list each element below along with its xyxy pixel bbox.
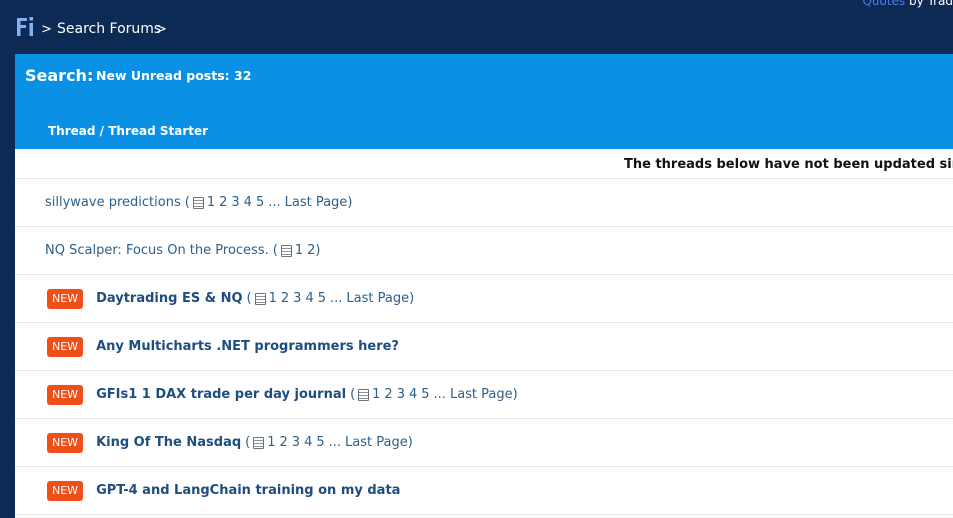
page-number-link[interactable]: 1: [267, 435, 275, 450]
quotes-provider-text: by Trad: [905, 0, 953, 8]
multi-page-icon: [280, 244, 292, 257]
new-badge: NEW: [47, 288, 84, 309]
thread-column-header[interactable]: Thread / Thread Starter: [48, 124, 208, 138]
page-list-close-paren: ): [409, 291, 415, 306]
page-list-open-paren: (: [350, 387, 356, 402]
thread-row: NEW Daytrading ES & NQ (1 2 3 4 5... Last Page…: [15, 275, 953, 323]
page-number-link[interactable]: 5: [318, 291, 326, 306]
page-list-close-paren: ): [347, 195, 353, 210]
thread-row-content: NEW King Of The Nasdaq (1 2 3 4 5... Last Page…: [45, 419, 413, 466]
thread-title-link[interactable]: GPT-4 and LangChain training on my data: [96, 483, 400, 498]
thread-row: NEW Any Multicharts .NET programmers here…: [15, 323, 953, 371]
multi-page-icon: [358, 388, 370, 401]
new-badge: NEW: [47, 432, 84, 453]
quotes-attribution: Quotes by Trad: [862, 0, 953, 8]
thread-row: NEW GFIs1 1 DAX trade per day journal (1 2…: [15, 371, 953, 419]
thread-title-link[interactable]: Any Multicharts .NET programmers here?: [96, 339, 399, 354]
thread-row: sillywave predictions (1 2 3 4 5... Last Page…: [15, 179, 953, 227]
page-number-link[interactable]: 1: [269, 291, 277, 306]
page-number-link[interactable]: 5: [316, 435, 324, 450]
search-title: Search:: [25, 66, 94, 85]
thread-row-content: NEW GPT-4 and LangChain training on my da…: [45, 467, 400, 514]
thread-title-link[interactable]: sillywave predictions: [45, 195, 181, 210]
thread-row: NEW GPT-4 and LangChain training on my da…: [15, 467, 953, 515]
page-list-open-paren: (: [245, 435, 251, 450]
page-number-link[interactable]: 4: [409, 387, 417, 402]
page-list-open-paren: (: [246, 291, 252, 306]
page-number-link[interactable]: 5: [421, 387, 429, 402]
page-number-link[interactable]: 2: [219, 195, 227, 210]
thread-title-link[interactable]: Daytrading ES & NQ: [96, 291, 242, 306]
page-number-link[interactable]: 3: [397, 387, 405, 402]
thread-row-content: NEW GFIs1 1 DAX trade per day journal (1 2…: [45, 371, 518, 418]
last-page-link[interactable]: Last Page: [345, 435, 408, 450]
page-number-link[interactable]: 1: [372, 387, 380, 402]
page-number-link[interactable]: 2: [384, 387, 392, 402]
multi-page-icon: [192, 196, 204, 209]
page-number-link[interactable]: 1: [295, 243, 303, 258]
new-badge: NEW: [47, 480, 84, 501]
page-ellipsis: ...: [330, 291, 343, 306]
thread-row: NEW King Of The Nasdaq (1 2 3 4 5... Last Page…: [15, 419, 953, 467]
multi-page-icon: [253, 436, 265, 449]
thread-row-content: NEW Any Multicharts .NET programmers here…: [45, 323, 399, 370]
thread-title-link[interactable]: NQ Scalper: Focus On the Process.: [45, 243, 269, 258]
thread-row-content: sillywave predictions (1 2 3 4 5... Last Page…: [45, 179, 352, 226]
last-page-link[interactable]: Last Page: [450, 387, 513, 402]
breadcrumb-separator: >: [156, 22, 167, 37]
page-number-link[interactable]: 3: [292, 435, 300, 450]
page-ellipsis: ...: [328, 435, 342, 450]
search-results-header: Search: New Unread posts: 32 Thread / Th…: [15, 54, 953, 149]
page-number-link[interactable]: 2: [307, 243, 315, 258]
page-number-link[interactable]: 4: [305, 291, 313, 306]
page-number-link[interactable]: 5: [256, 195, 264, 210]
thread-title-link[interactable]: GFIs1 1 DAX trade per day journal: [96, 387, 346, 402]
forum-logo-icon[interactable]: [16, 15, 36, 37]
page-list-open-paren: (: [184, 195, 190, 210]
new-badge: NEW: [47, 384, 84, 405]
page-list-close-paren: ): [512, 387, 518, 402]
breadcrumb-separator: >: [41, 22, 52, 37]
page-number-link[interactable]: 2: [281, 291, 289, 306]
thread-row-content: NEW Daytrading ES & NQ (1 2 3 4 5... Last Page…: [45, 275, 414, 322]
new-badge: NEW: [47, 336, 84, 357]
page-number-link[interactable]: 4: [304, 435, 312, 450]
breadcrumb-search-forums-link[interactable]: Search Forums: [57, 21, 161, 37]
page-list-close-paren: ): [407, 435, 413, 450]
thread-list: The threads below have not been updated …: [15, 149, 953, 518]
page-ellipsis: ...: [268, 195, 281, 210]
page-list-open-paren: (: [272, 243, 278, 258]
page-number-link[interactable]: 2: [280, 435, 288, 450]
page-number-link[interactable]: 1: [207, 195, 215, 210]
quotes-link[interactable]: Quotes: [862, 0, 905, 8]
not-updated-notice: The threads below have not been updated …: [624, 157, 953, 172]
page-list-close-paren: ): [315, 243, 321, 258]
page-number-link[interactable]: 3: [293, 291, 301, 306]
last-page-link[interactable]: Last Page: [285, 195, 348, 210]
thread-title-link[interactable]: King Of The Nasdaq: [96, 435, 241, 450]
thread-row: NQ Scalper: Focus On the Process. (1 2): [15, 227, 953, 275]
page-number-link[interactable]: 4: [244, 195, 252, 210]
unread-posts-count: New Unread posts: 32: [96, 68, 252, 83]
thread-row-content: NQ Scalper: Focus On the Process. (1 2): [45, 227, 320, 274]
last-page-link[interactable]: Last Page: [346, 291, 409, 306]
top-navigation-bar: > Search Forums > Quotes by Trad: [0, 0, 953, 54]
page-number-link[interactable]: 3: [231, 195, 239, 210]
page-ellipsis: ...: [433, 387, 446, 402]
multi-page-icon: [254, 292, 266, 305]
